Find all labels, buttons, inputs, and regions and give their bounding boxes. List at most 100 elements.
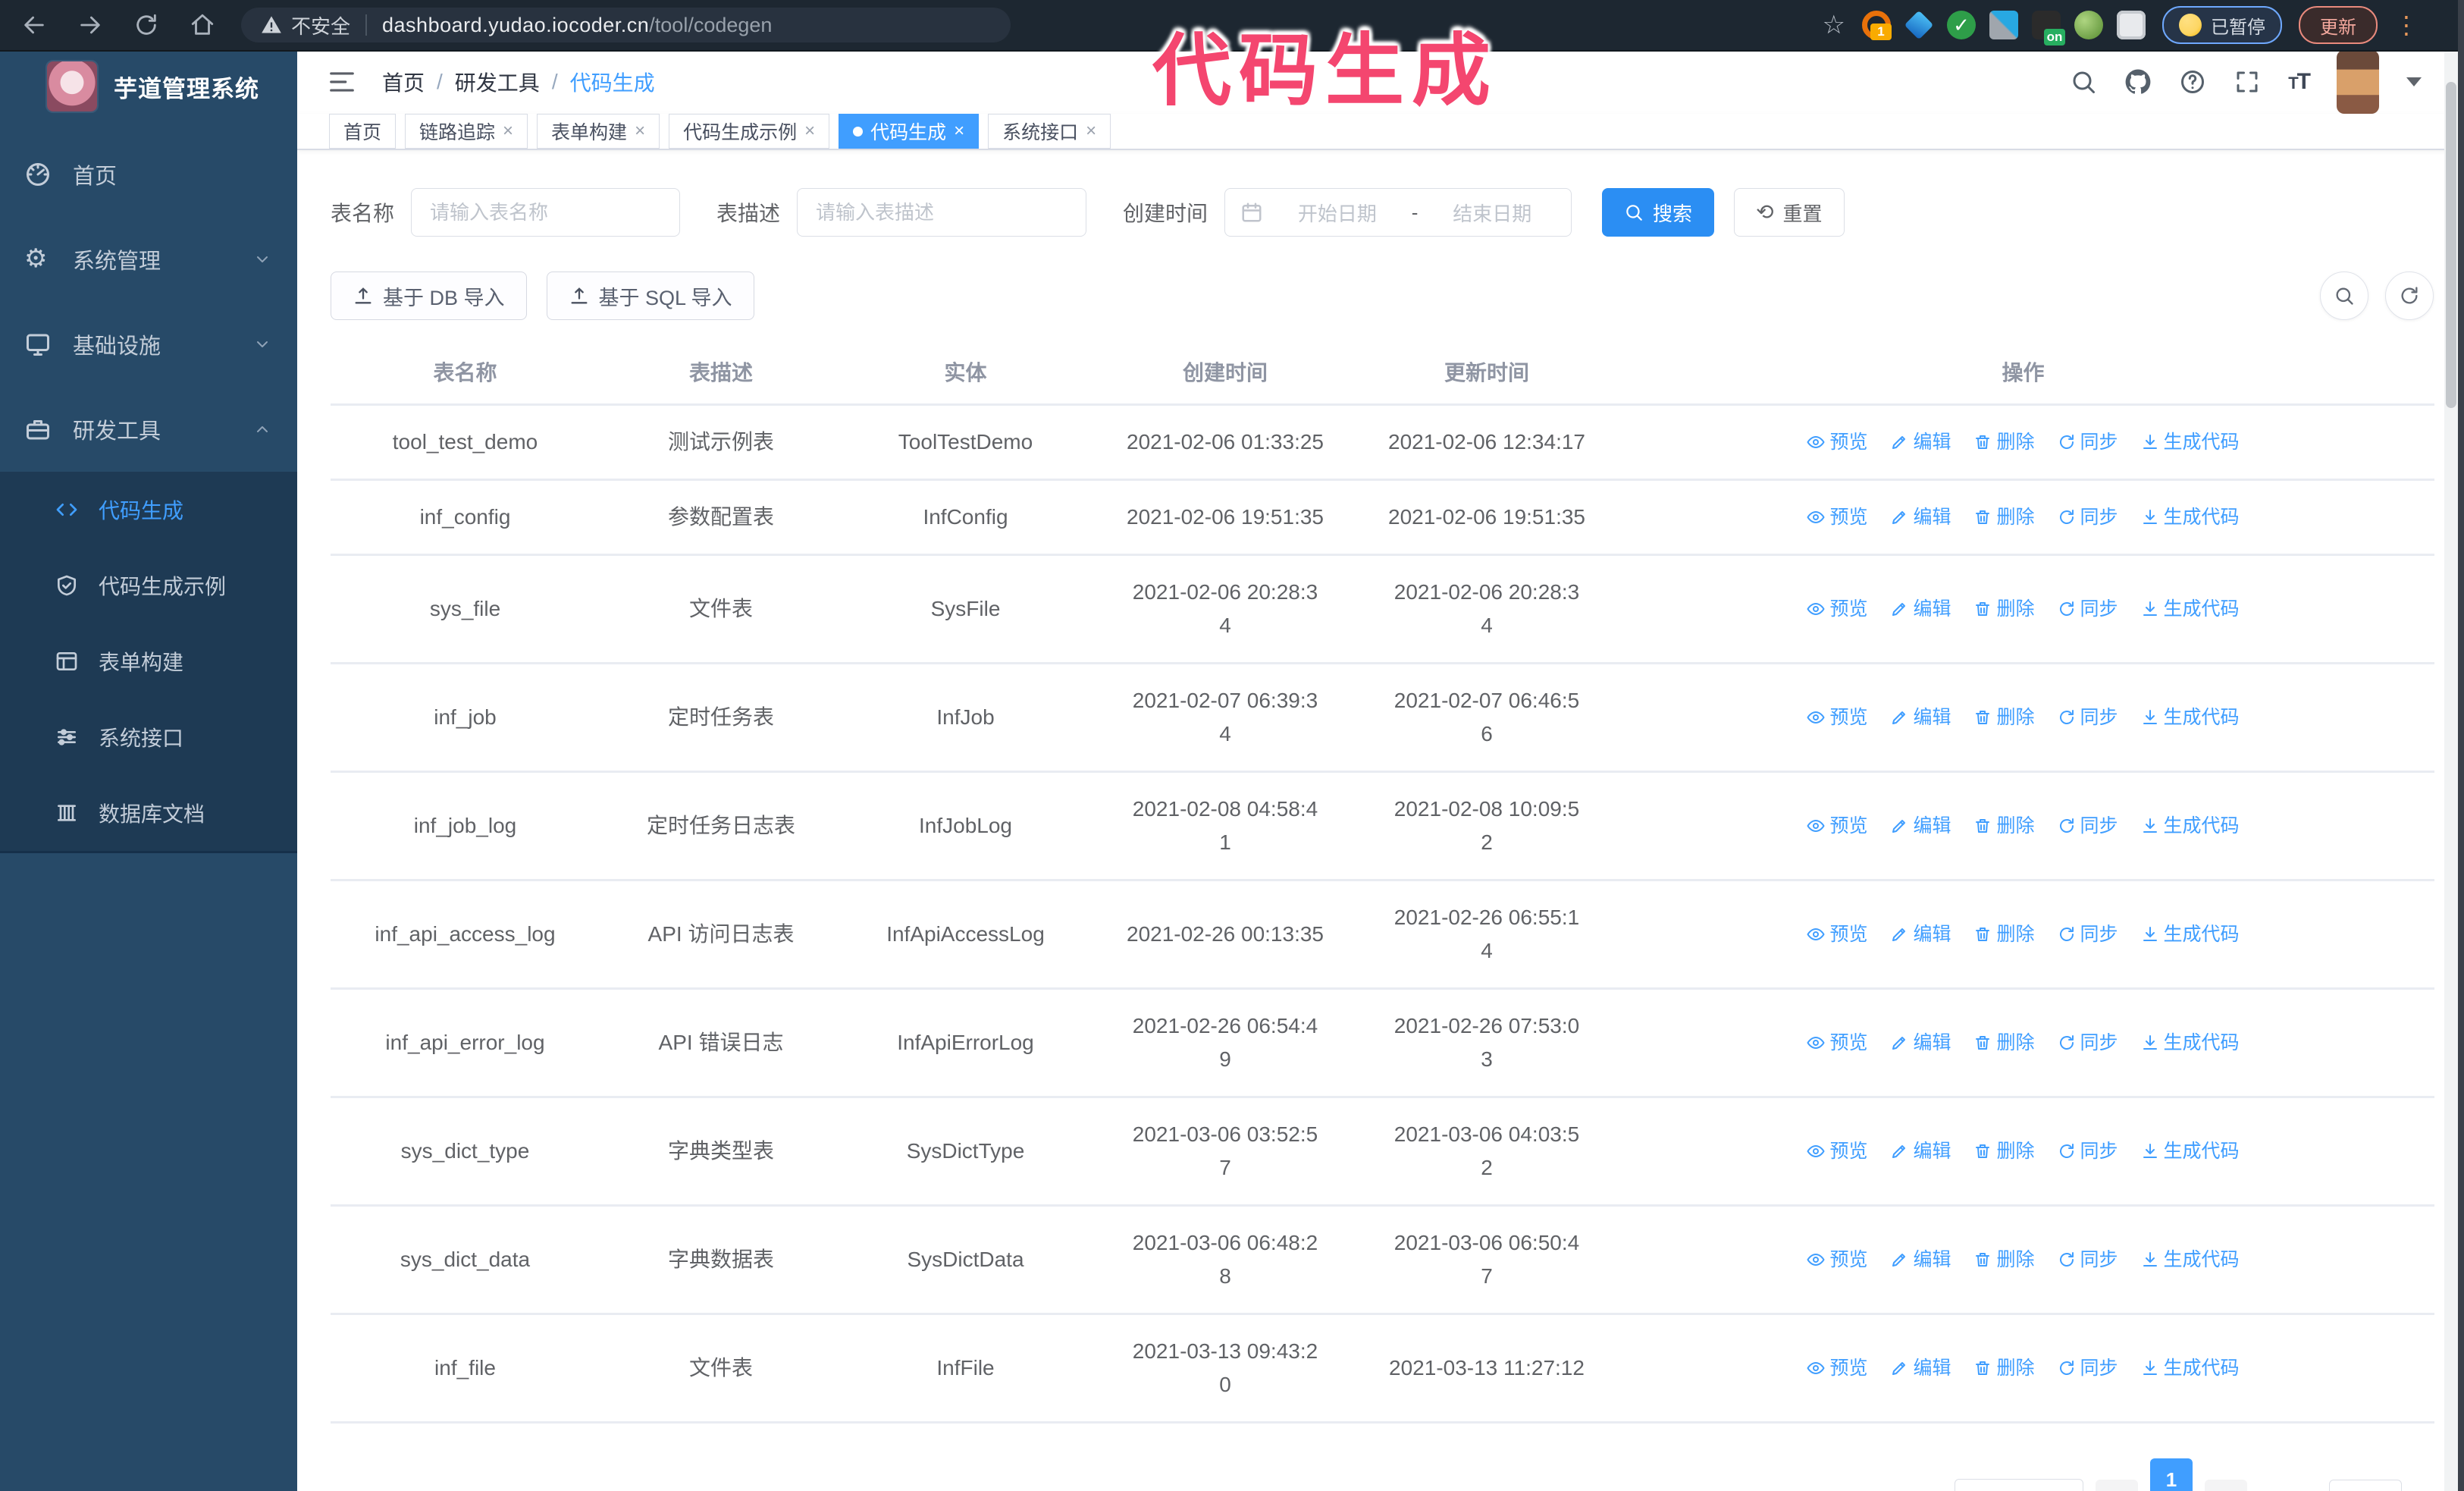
fullscreen-icon[interactable] <box>2234 68 2261 96</box>
edit-link[interactable]: 编辑 <box>1890 701 1951 734</box>
colorzilla-extension-icon[interactable]: 1 <box>1862 11 1892 40</box>
delete-link[interactable]: 删除 <box>1973 1351 2035 1385</box>
edit-link[interactable]: 编辑 <box>1890 1351 1951 1385</box>
generate-link[interactable]: 生成代码 <box>2141 1243 2240 1276</box>
generate-link[interactable]: 生成代码 <box>2141 701 2240 734</box>
tab-close-icon[interactable]: × <box>635 122 645 140</box>
sync-link[interactable]: 同步 <box>2058 809 2118 843</box>
delete-link[interactable]: 删除 <box>1973 1243 2035 1276</box>
tab-codegen[interactable]: 代码生成 × <box>839 114 980 149</box>
start-date-placeholder[interactable]: 开始日期 <box>1274 199 1401 227</box>
delete-link[interactable]: 删除 <box>1973 809 2035 843</box>
sync-link[interactable]: 同步 <box>2058 425 2118 459</box>
next-page-button[interactable]: › <box>2204 1480 2247 1491</box>
preview-link[interactable]: 预览 <box>1807 701 1867 734</box>
edit-link[interactable]: 编辑 <box>1890 425 1951 459</box>
refresh-button[interactable] <box>2385 272 2434 320</box>
preview-link[interactable]: 预览 <box>1807 918 1867 951</box>
sidebar-item-system[interactable]: ⚙ 系统管理 <box>0 217 297 302</box>
preview-link[interactable]: 预览 <box>1807 1243 1867 1276</box>
delete-link[interactable]: 删除 <box>1973 701 2035 734</box>
edit-link[interactable]: 编辑 <box>1890 1243 1951 1276</box>
preview-link[interactable]: 预览 <box>1807 592 1867 626</box>
table-name-input[interactable] <box>411 188 681 237</box>
search-icon[interactable] <box>2070 68 2097 96</box>
sql-import-button[interactable]: 基于 SQL 导入 <box>546 272 754 320</box>
edit-link[interactable]: 编辑 <box>1890 809 1951 843</box>
tab-close-icon[interactable]: × <box>1086 122 1096 140</box>
tab-tracing[interactable]: 链路追踪 × <box>405 114 528 149</box>
reload-icon[interactable] <box>133 12 159 38</box>
security-label[interactable]: 不安全 <box>291 11 350 39</box>
sidebar-subitem-codegen-demo[interactable]: 代码生成示例 <box>0 548 297 623</box>
show-search-button[interactable] <box>2320 272 2368 320</box>
help-icon[interactable] <box>2179 68 2206 96</box>
sync-link[interactable]: 同步 <box>2058 1243 2118 1276</box>
breadcrumb-item-devtools[interactable]: 研发工具 <box>455 67 540 97</box>
generate-link[interactable]: 生成代码 <box>2141 501 2240 534</box>
puzzle-extension-icon[interactable] <box>2117 11 2146 39</box>
preview-link[interactable]: 预览 <box>1807 425 1867 459</box>
switch-on-extension-icon[interactable]: on <box>2032 11 2065 46</box>
grid-extension-icon[interactable] <box>1989 11 2018 39</box>
paused-badge[interactable]: 已暂停 <box>2162 6 2282 44</box>
preview-link[interactable]: 预览 <box>1807 1026 1867 1059</box>
prev-page-button[interactable]: ‹ <box>2095 1480 2138 1491</box>
sidebar-item-devtools[interactable]: 研发工具 <box>0 387 297 472</box>
sync-link[interactable]: 同步 <box>2058 1026 2118 1059</box>
preview-link[interactable]: 预览 <box>1807 501 1867 534</box>
android-extension-icon[interactable] <box>2074 11 2103 39</box>
edit-link[interactable]: 编辑 <box>1890 1135 1951 1168</box>
tab-codegen-demo[interactable]: 代码生成示例 × <box>669 114 830 149</box>
sync-link[interactable]: 同步 <box>2058 501 2118 534</box>
github-icon[interactable] <box>2124 68 2152 96</box>
preview-link[interactable]: 预览 <box>1807 809 1867 843</box>
app-logo[interactable]: 芋道管理系统 <box>0 50 297 123</box>
generate-link[interactable]: 生成代码 <box>2141 1026 2240 1059</box>
check-extension-icon[interactable]: ✓ <box>1947 11 1976 39</box>
edit-link[interactable]: 编辑 <box>1890 1026 1951 1059</box>
delete-link[interactable]: 删除 <box>1973 592 2035 626</box>
sync-link[interactable]: 同步 <box>2058 1351 2118 1385</box>
generate-link[interactable]: 生成代码 <box>2141 809 2240 843</box>
url-path[interactable]: /tool/codegen <box>649 14 772 37</box>
sync-link[interactable]: 同步 <box>2058 592 2118 626</box>
diamond-extension-icon[interactable] <box>1904 10 1934 40</box>
address-bar[interactable]: 不安全 dashboard.yudao.iocoder.cn /tool/cod… <box>241 8 1011 42</box>
user-avatar[interactable] <box>2337 50 2379 114</box>
back-icon[interactable] <box>21 12 47 38</box>
edit-link[interactable]: 编辑 <box>1890 918 1951 951</box>
preview-link[interactable]: 预览 <box>1807 1351 1867 1385</box>
date-range-picker[interactable]: 开始日期 - 结束日期 <box>1224 188 1572 237</box>
sidebar-subitem-form-builder[interactable]: 表单构建 <box>0 623 297 699</box>
forward-icon[interactable] <box>77 12 103 38</box>
sidebar-subitem-db-doc[interactable]: 数据库文档 <box>0 775 297 851</box>
tab-home[interactable]: 首页 <box>329 114 397 149</box>
edit-link[interactable]: 编辑 <box>1890 592 1951 626</box>
generate-link[interactable]: 生成代码 <box>2141 1351 2240 1385</box>
edit-link[interactable]: 编辑 <box>1890 501 1951 534</box>
generate-link[interactable]: 生成代码 <box>2141 918 2240 951</box>
sync-link[interactable]: 同步 <box>2058 918 2118 951</box>
sidebar-item-infra[interactable]: 基础设施 <box>0 302 297 387</box>
reset-button[interactable]: ⟲ 重置 <box>1734 188 1845 237</box>
delete-link[interactable]: 删除 <box>1973 425 2035 459</box>
hamburger-icon[interactable] <box>328 67 356 96</box>
tab-close-icon[interactable]: × <box>503 122 513 140</box>
generate-link[interactable]: 生成代码 <box>2141 425 2240 459</box>
sidebar-item-home[interactable]: 首页 <box>0 132 297 217</box>
sidebar-subitem-system-api[interactable]: 系统接口 <box>0 699 297 775</box>
search-button[interactable]: 搜索 <box>1602 188 1715 237</box>
goto-page-input[interactable] <box>2328 1480 2402 1491</box>
sidebar-subitem-codegen[interactable]: 代码生成 <box>0 472 297 548</box>
breadcrumb-item-home[interactable]: 首页 <box>382 67 425 97</box>
sync-link[interactable]: 同步 <box>2058 701 2118 734</box>
preview-link[interactable]: 预览 <box>1807 1135 1867 1168</box>
font-size-icon[interactable]: TT <box>2288 69 2311 95</box>
tab-system-api[interactable]: 系统接口 × <box>988 114 1111 149</box>
page-button-1[interactable]: 1 <box>2149 1458 2193 1491</box>
page-size-select[interactable]: 10条/页 <box>1954 1479 2083 1491</box>
delete-link[interactable]: 删除 <box>1973 918 2035 951</box>
home-icon[interactable] <box>190 12 215 38</box>
browser-menu-icon[interactable]: ⋮ <box>2394 13 2419 37</box>
